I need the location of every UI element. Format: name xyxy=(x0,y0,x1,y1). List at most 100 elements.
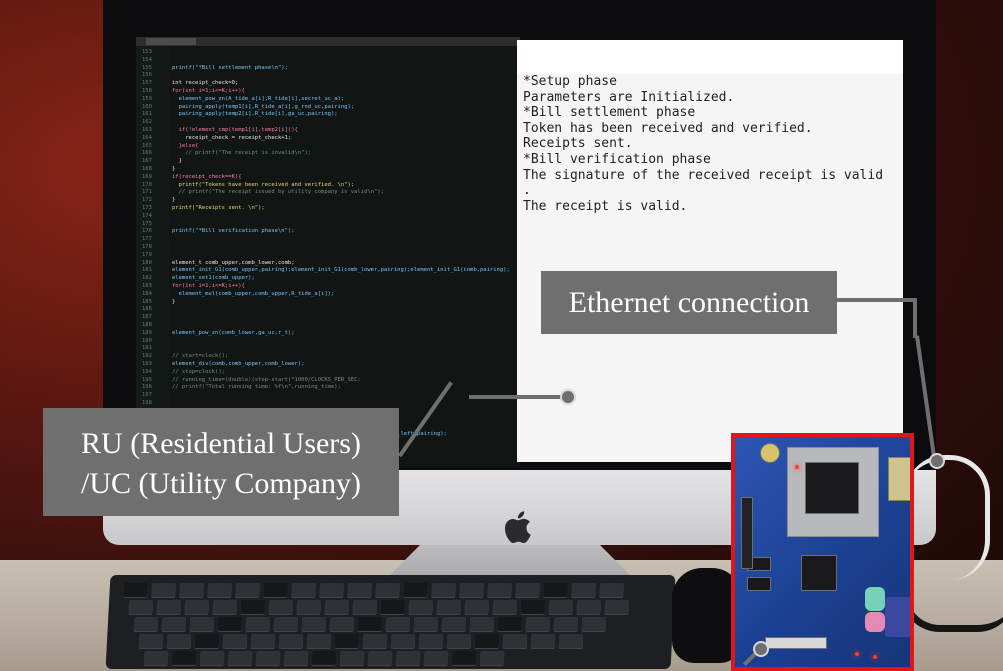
line-number: 174 xyxy=(142,212,152,219)
line-number: 169 xyxy=(142,173,152,180)
keyboard-key xyxy=(375,583,401,597)
keyboard-key xyxy=(492,600,518,614)
editor-tab[interactable] xyxy=(146,38,196,45)
keyboard-key xyxy=(479,651,505,665)
line-number: 190 xyxy=(142,337,152,344)
keyboard-key xyxy=(245,617,271,631)
code-line: } xyxy=(172,158,182,165)
terminal-line: . xyxy=(523,183,531,199)
keyboard-key xyxy=(222,634,248,648)
keyboard-key xyxy=(464,600,490,614)
line-number: 195 xyxy=(142,376,152,383)
keyboard-key xyxy=(199,651,225,665)
code-line: // running_time=(double)(stop-start)*100… xyxy=(172,376,361,383)
keyboard-key xyxy=(502,634,528,648)
line-number: 181 xyxy=(142,267,152,274)
keyboard-key xyxy=(138,634,164,648)
keyboard-key xyxy=(161,617,187,631)
terminal-line: Token has been received and verified. xyxy=(523,120,813,136)
uc-callout-line: /UC (Utility Company) xyxy=(81,467,361,500)
vga-port xyxy=(885,597,910,637)
keyboard-key xyxy=(306,634,332,648)
code-line: element_init_G1(comb_upper,pairing);elem… xyxy=(172,267,510,274)
keyboard-key xyxy=(497,617,523,631)
line-number: 198 xyxy=(142,400,152,406)
keyboard-key xyxy=(474,634,500,648)
line-number: 166 xyxy=(142,150,152,157)
keyboard-key xyxy=(469,617,495,631)
ethernet-callout: Ethernet connection xyxy=(541,271,837,334)
line-number: 179 xyxy=(142,251,152,258)
ethernet-leader-dot xyxy=(929,453,945,469)
line-number: 185 xyxy=(142,298,152,305)
line-number: 172 xyxy=(142,197,152,204)
keyboard-key xyxy=(367,651,393,665)
line-number: 189 xyxy=(142,329,152,336)
line-number: 164 xyxy=(142,134,152,141)
keyboard-key xyxy=(133,617,159,631)
keyboard-key xyxy=(581,617,607,631)
keyboard-key xyxy=(123,583,149,597)
keyboard-key xyxy=(347,583,373,597)
code-line: } xyxy=(172,298,176,305)
keyboard-key xyxy=(395,651,421,665)
keyboard-key xyxy=(194,634,220,648)
keyboard-key xyxy=(553,617,579,631)
code-line: printf("*Bill settlement phase\n"); xyxy=(172,64,288,71)
keyboard-key xyxy=(301,617,327,631)
terminal-line: *Bill verification phase xyxy=(523,151,711,167)
line-number: 156 xyxy=(142,72,152,79)
line-number: 167 xyxy=(142,158,152,165)
line-number: 159 xyxy=(142,95,152,102)
keyboard-key xyxy=(217,617,243,631)
keyboard-key xyxy=(413,617,439,631)
keyboard-key xyxy=(240,600,266,614)
keyboard-key xyxy=(296,600,322,614)
code-line: receipt_check = receipt_check+1; xyxy=(172,134,292,141)
keyboard-key xyxy=(227,651,253,665)
board-leader-dot xyxy=(753,641,769,657)
keyboard-key xyxy=(263,583,289,597)
code-line: printf("Tokens have been received and ve… xyxy=(172,181,355,188)
keyboard-key xyxy=(446,634,472,648)
terminal-line: The signature of the received receipt is… xyxy=(523,167,884,183)
terminal-line: *Setup phase xyxy=(523,74,617,89)
code-line: } xyxy=(172,166,176,172)
keyboard-key xyxy=(451,651,477,665)
code-line: // stop=clock(); xyxy=(172,368,225,375)
keyboard-key xyxy=(143,651,169,665)
keyboard-key xyxy=(571,583,597,597)
keyboard-key xyxy=(151,583,177,597)
keyboard-key xyxy=(520,600,546,614)
keyboard-key xyxy=(212,600,238,614)
keyboard-key xyxy=(128,600,154,614)
keyboard-key xyxy=(418,634,444,648)
keyboard-row xyxy=(123,583,625,597)
line-number: 161 xyxy=(142,111,152,118)
code-line: // printf("The receipt is invalid\n"); xyxy=(172,150,312,157)
line-number: 187 xyxy=(142,314,152,321)
keyboard-key xyxy=(207,583,233,597)
keyboard-key xyxy=(515,583,541,597)
line-number: 186 xyxy=(142,306,152,313)
keyboard-key xyxy=(385,617,411,631)
keyboard-key xyxy=(543,583,569,597)
terminal-line: Parameters are Initialized. xyxy=(523,89,735,105)
keyboard-key xyxy=(235,583,261,597)
keyboard-key xyxy=(171,651,197,665)
line-number: 173 xyxy=(142,205,152,211)
keyboard-key xyxy=(390,634,416,648)
vga-cable xyxy=(900,545,1003,632)
terminal-header xyxy=(517,40,903,74)
keyboard-key xyxy=(156,600,182,614)
terminal-line: Receipts sent. xyxy=(523,136,633,152)
code-line: element_set1(comb_upper); xyxy=(172,275,255,282)
code-line: printf("*Bill verification phase\n"); xyxy=(172,228,295,235)
audio-port xyxy=(865,587,885,611)
keyboard-key xyxy=(403,583,429,597)
keyboard-key xyxy=(319,583,345,597)
line-number: 177 xyxy=(142,236,152,243)
keyboard-key xyxy=(166,634,192,648)
code-editor: 153 154 155 printf("*Bill settlement phase\… xyxy=(136,37,520,467)
keyboard-key xyxy=(291,583,317,597)
